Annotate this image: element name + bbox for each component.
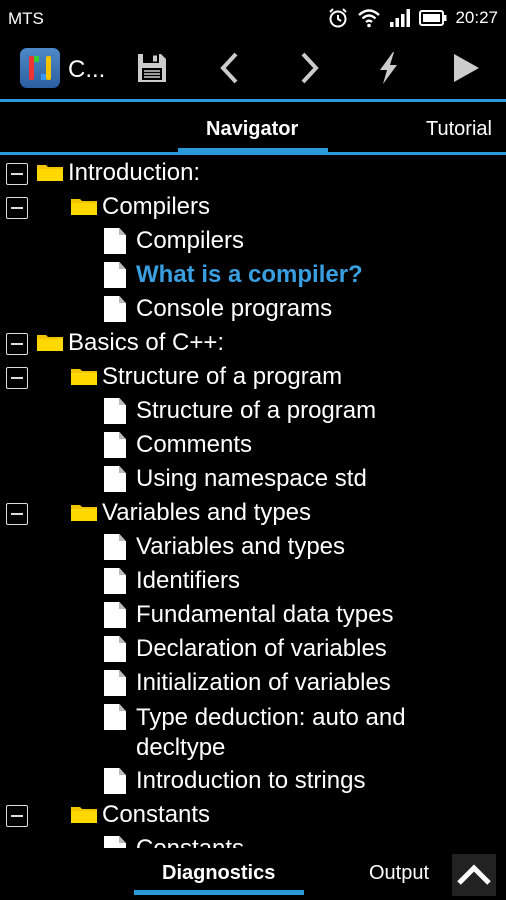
play-icon: [454, 54, 479, 82]
wifi-icon: [358, 9, 381, 28]
save-button[interactable]: [130, 48, 174, 88]
document-icon: [104, 568, 126, 594]
tree-topic-row[interactable]: Console programs: [0, 294, 506, 328]
collapse-toggle-icon[interactable]: [6, 367, 28, 389]
clock: 20:27: [455, 8, 498, 27]
chevron-right-icon: [301, 52, 319, 84]
chevron-up-icon: [457, 864, 491, 885]
tree-topic-row[interactable]: Introduction to strings: [0, 766, 506, 800]
top-tab-bar: Navigator Tutorial: [0, 102, 506, 154]
build-button[interactable]: [366, 48, 410, 88]
tree-item-label: Initialization of variables: [136, 669, 391, 696]
tree-item-label: Compilers: [102, 193, 211, 220]
toolbar: C...: [0, 36, 506, 100]
tree-folder-row[interactable]: Variables and types: [0, 498, 506, 532]
document-icon: [104, 262, 126, 288]
active-bottom-tab-indicator: [134, 890, 304, 895]
folder-icon: [37, 335, 63, 351]
tree-topic-row[interactable]: Using namespace std: [0, 464, 506, 498]
tab-tutorial[interactable]: Tutorial: [426, 118, 492, 141]
signal-icon: [390, 9, 411, 27]
tree-item-label: Variables and types: [102, 499, 312, 526]
tree-topic-row[interactable]: Comments: [0, 430, 506, 464]
tree-folder-row[interactable]: Structure of a program: [0, 362, 506, 396]
folder-icon: [71, 505, 97, 521]
document-icon: [104, 466, 126, 492]
carrier-label: MTS: [8, 9, 44, 28]
tree-item-label: Identifiers: [136, 567, 241, 594]
collapse-toggle-icon[interactable]: [6, 805, 28, 827]
tree-item-label: Introduction:: [68, 159, 201, 186]
tree-folder-row[interactable]: Introduction:: [0, 158, 506, 192]
tree-item-label: Console programs: [136, 295, 333, 322]
tree-item-label: Using namespace std: [136, 465, 367, 492]
folder-icon: [71, 369, 97, 385]
tree-topic-row[interactable]: Constants: [0, 834, 506, 848]
document-icon: [104, 768, 126, 794]
tree-item-label: Constants: [136, 835, 244, 848]
collapse-toggle-icon[interactable]: [6, 503, 28, 525]
tree-topic-row[interactable]: Variables and types: [0, 532, 506, 566]
back-button[interactable]: [208, 48, 252, 88]
app-icon[interactable]: [20, 48, 60, 88]
tree-topic-row[interactable]: Declaration of variables: [0, 634, 506, 668]
document-icon: [104, 432, 126, 458]
document-icon: [104, 602, 126, 628]
tree-item-label: Structure of a program: [136, 397, 377, 424]
collapse-toggle-icon[interactable]: [6, 333, 28, 355]
collapse-toggle-icon[interactable]: [6, 197, 28, 219]
tab-output[interactable]: Output: [369, 862, 429, 885]
tree-topic-row[interactable]: Identifiers: [0, 566, 506, 600]
folder-icon: [71, 807, 97, 823]
tree-folder-row[interactable]: Compilers: [0, 192, 506, 226]
status-bar: MTS 20:27: [0, 0, 506, 36]
alarm-icon: [329, 8, 348, 28]
tree-folder-row[interactable]: Constants: [0, 800, 506, 834]
tree-item-label: Comments: [136, 431, 253, 458]
tree-item-label: Type deduction: auto and decltype: [136, 704, 406, 761]
tree-topic-row[interactable]: Structure of a program: [0, 396, 506, 430]
tree-topic-row[interactable]: Initialization of variables: [0, 668, 506, 702]
tree-item-label: Structure of a program: [102, 363, 343, 390]
document-icon: [104, 534, 126, 560]
tree-item-label: What is a compiler?: [136, 261, 363, 288]
collapse-toggle-icon[interactable]: [6, 163, 28, 185]
tree-item-label: Fundamental data types: [136, 601, 394, 628]
tree-topic-row[interactable]: What is a compiler?: [0, 260, 506, 294]
lightning-icon: [380, 52, 397, 84]
run-button[interactable]: [444, 48, 488, 88]
folder-icon: [71, 199, 97, 215]
document-icon: [104, 636, 126, 662]
chevron-left-icon: [220, 52, 238, 84]
tree-topic-row[interactable]: Type deduction: auto and decltype: [0, 702, 506, 766]
floppy-disk-icon: [138, 54, 166, 82]
forward-button[interactable]: [287, 48, 331, 88]
document-icon: [104, 704, 126, 730]
battery-icon: [419, 10, 447, 26]
document-icon: [104, 228, 126, 254]
tab-diagnostics[interactable]: Diagnostics: [162, 862, 275, 885]
tree-item-label: Introduction to strings: [136, 767, 366, 794]
folder-icon: [37, 165, 63, 181]
document-icon: [104, 398, 126, 424]
tab-navigator[interactable]: Navigator: [206, 118, 298, 141]
navigator-tree: Introduction: Compilers Compilers What is a…: [0, 158, 506, 848]
tree-item-label: Variables and types: [136, 533, 346, 560]
tree-item-label: Declaration of variables: [136, 635, 387, 662]
tree-item-label: Constants: [102, 801, 211, 828]
expand-panel-button[interactable]: [452, 854, 496, 896]
tree-topic-row[interactable]: Fundamental data types: [0, 600, 506, 634]
tree-topic-row[interactable]: Compilers: [0, 226, 506, 260]
active-tab-indicator: [178, 148, 328, 153]
app-title[interactable]: C...: [68, 56, 105, 84]
tree-item-label: Compilers: [136, 227, 245, 254]
document-icon: [104, 836, 126, 848]
document-icon: [104, 296, 126, 322]
document-icon: [104, 670, 126, 696]
tree-item-label: Basics of C++:: [68, 329, 225, 356]
tree-folder-row[interactable]: Basics of C++:: [0, 328, 506, 362]
